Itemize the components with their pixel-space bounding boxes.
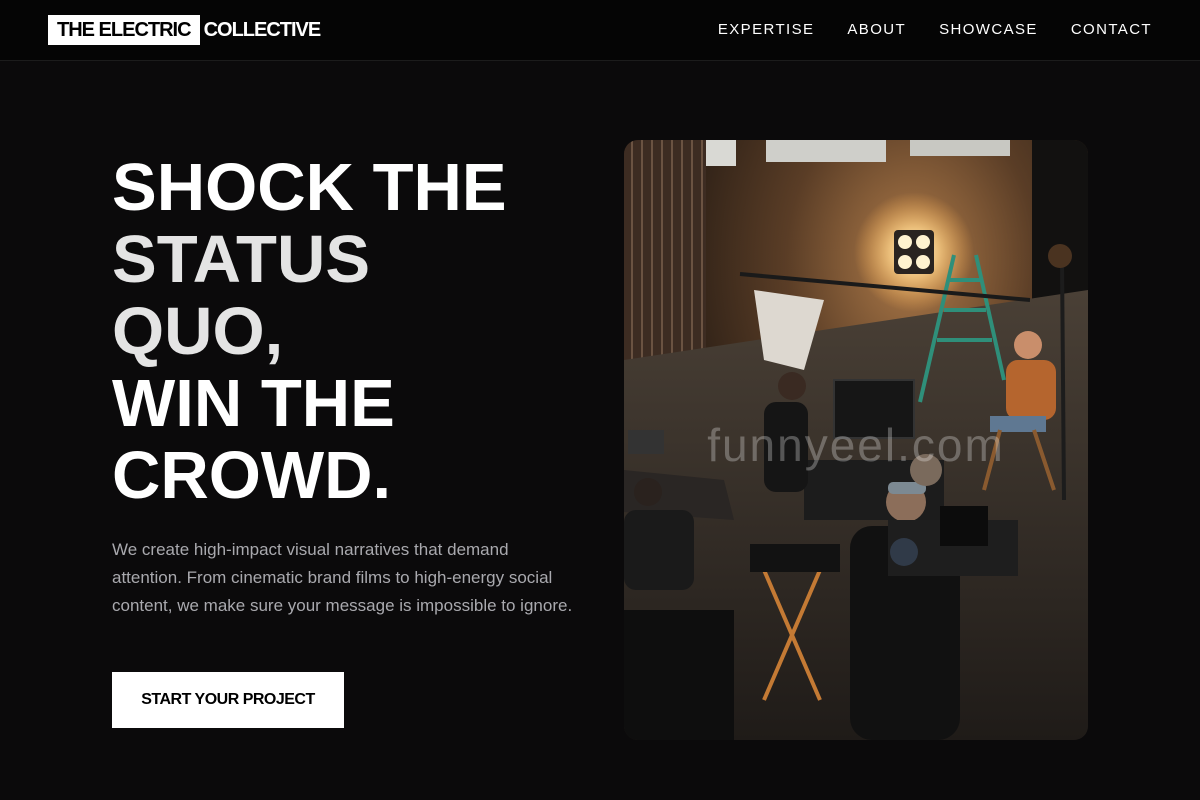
headline-line: QUO, — [112, 294, 284, 369]
brand-logo-text: COLLECTIVE — [203, 19, 322, 41]
nav-link-about[interactable]: ABOUT — [847, 20, 906, 40]
main-nav: EXPERTISE ABOUT SHOWCASE CONTACT — [685, 20, 1152, 40]
hero-headline: SHOCK THE STATUS QUO, WIN THE CROWD. — [112, 152, 507, 512]
hero-description: We create high-impact visual narratives … — [112, 540, 573, 615]
headline-line: WIN THE — [112, 366, 395, 441]
nav-link-showcase[interactable]: SHOWCASE — [939, 20, 1038, 40]
headline-line: SHOCK THE — [112, 150, 507, 225]
nav-link-expertise[interactable]: EXPERTISE — [718, 20, 815, 40]
headline-line: CROWD. — [112, 438, 392, 513]
site-header: THE ELECTRIC COLLECTIVE EXPERTISE ABOUT … — [0, 0, 1200, 61]
hero-image: funnyeel.com — [624, 140, 1088, 740]
brand-logo-boxed: THE ELECTRIC — [48, 15, 200, 45]
nav-link-contact[interactable]: CONTACT — [1071, 20, 1152, 40]
headline-line: STATUS — [112, 222, 371, 297]
image-watermark: funnyeel.com — [707, 419, 1005, 471]
start-project-button[interactable]: START YOUR PROJECT — [112, 672, 344, 728]
brand-logo[interactable]: THE ELECTRIC COLLECTIVE — [48, 15, 322, 45]
